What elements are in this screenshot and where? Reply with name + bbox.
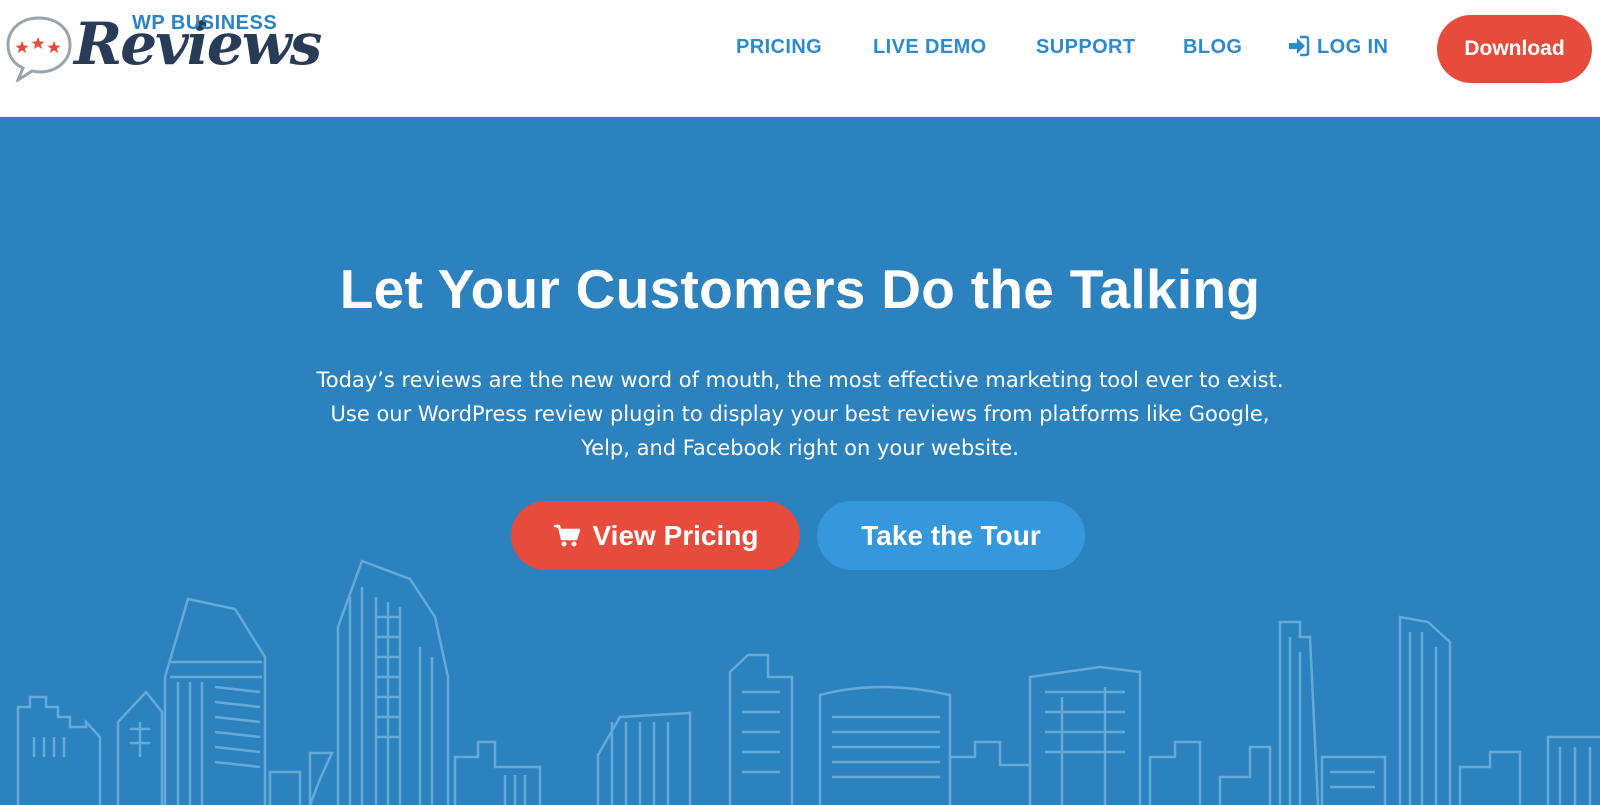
hero-section: Let Your Customers Do the Talking Today’… [0, 117, 1600, 805]
hero-headline: Let Your Customers Do the Talking [339, 258, 1261, 320]
hero-subtext-line: Today’s reviews are the new word of mout… [316, 368, 1284, 392]
shopping-cart-icon [553, 524, 581, 548]
nav-blog[interactable]: BLOG [1183, 36, 1242, 59]
speech-bubble-stars-icon [6, 16, 72, 82]
view-pricing-button[interactable]: View Pricing [511, 501, 800, 570]
nav-log-in[interactable]: LOG IN [1317, 36, 1388, 59]
download-button[interactable]: Download [1437, 15, 1592, 83]
hero-subtext-line: Yelp, and Facebook right on your website… [581, 436, 1019, 460]
site-header: Reviews WP BUSINESS PRICING LIVE DEMO SU… [0, 0, 1600, 117]
logo-small-text: WP BUSINESS [132, 12, 278, 34]
hero-subtext: Today’s reviews are the new word of mout… [300, 363, 1300, 465]
take-the-tour-label: Take the Tour [861, 519, 1041, 551]
nav-live-demo[interactable]: LIVE DEMO [873, 36, 987, 59]
sign-in-icon[interactable] [1286, 34, 1310, 58]
take-the-tour-button[interactable]: Take the Tour [817, 501, 1085, 570]
view-pricing-label: View Pricing [592, 519, 759, 551]
nav-support[interactable]: SUPPORT [1036, 36, 1135, 59]
site-logo[interactable]: Reviews WP BUSINESS [4, 8, 322, 90]
hero-subtext-line: Use our WordPress review plugin to displ… [330, 402, 1270, 426]
nav-pricing[interactable]: PRICING [736, 36, 822, 59]
